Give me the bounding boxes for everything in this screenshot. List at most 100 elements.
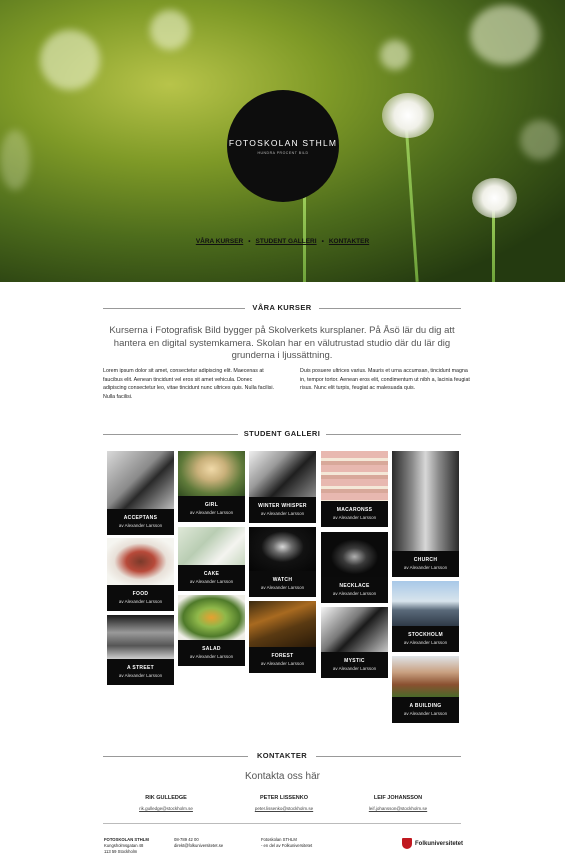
tile-author: av Alexander Larsson (332, 591, 377, 596)
gallery-tile[interactable]: GIRL av Alexander Larsson (178, 451, 245, 522)
footer-address: FOTOSKOLAN STHLM Kungsholmsgatan 48 113 … (104, 837, 149, 855)
tile-title: FOOD (132, 591, 149, 597)
gallery-tile[interactable]: ACCEPTANS av Alexander Larsson (107, 451, 174, 535)
gallery-tile[interactable]: MYSTIC av Alexander Larsson (321, 607, 388, 678)
nav-separator: • (248, 238, 251, 245)
gallery-tile[interactable]: A STREET av Alexander Larsson (107, 615, 174, 685)
nav-separator: • (321, 238, 324, 245)
tile-title: FOREST (271, 653, 294, 659)
courses-text-left: Lorem ipsum dolor sit amet, consectetur … (103, 368, 275, 400)
gallery-tile[interactable]: WINTER WHISPER av Alexander Larsson (249, 451, 316, 523)
courses-lead: Kurserna i Fotografisk Bild bygger på Sk… (109, 325, 455, 361)
dandelion-puff (472, 178, 517, 218)
tile-author: av Alexander Larsson (189, 579, 234, 584)
footer-about-line2: - en del av Folkuniversitetet (261, 843, 313, 848)
gallery-tile[interactable]: CHURCH av Alexander Larsson (392, 451, 459, 577)
contact-person: RIK GULLEDGE rik.gulledge@stockholm.se (106, 795, 226, 811)
photo-thumbnail (321, 532, 388, 577)
footer-about: Fotoskolan STHLM - en del av Folkunivers… (261, 837, 312, 849)
gallery-tile[interactable]: CAKE av Alexander Larsson (178, 527, 245, 591)
gallery-tile[interactable]: MACARONSS av Alexander Larsson (321, 451, 388, 527)
contact-name: LEIF JOHANSSON (373, 795, 423, 801)
footer-city: 113 59 Stockholm (104, 849, 138, 854)
tile-title: WINTER WHISPER (258, 503, 307, 509)
footer-email[interactable]: direkt@folkuniversitetet.se (174, 843, 223, 848)
photo-thumbnail (107, 538, 174, 585)
gallery-tile[interactable]: WATCH av Alexander Larsson (249, 527, 316, 597)
tile-title: STOCKHOLM (408, 632, 443, 638)
tile-title: A BUILDING (409, 703, 442, 709)
gallery-tile[interactable]: NECKLACE av Alexander Larsson (321, 532, 388, 603)
gallery-tile[interactable]: FOREST av Alexander Larsson (249, 601, 316, 673)
tile-title: WATCH (272, 577, 293, 583)
contact-email-link[interactable]: rik.gulledge@stockholm.se (106, 806, 226, 811)
tile-title: NECKLACE (339, 583, 370, 589)
logo[interactable]: FOTOSKOLAN STHLM HUNDRA PROCENT BILD (227, 90, 339, 202)
footer-contact-info: 08-789 42 00 direkt@folkuniversitetet.se (174, 837, 223, 849)
contact-subheading: Kontakta oss här (244, 771, 321, 782)
tile-title: MYSTIC (344, 658, 365, 664)
divider-line (326, 434, 461, 435)
footer-org-name: FOTOSKOLAN STHLM (104, 837, 149, 842)
footer-divider (103, 823, 461, 824)
gallery-heading: STUDENT GALLERI (103, 429, 461, 439)
bokeh-light (40, 30, 100, 90)
photo-thumbnail (178, 527, 245, 565)
nav-link-courses[interactable]: VÅRA KURSER (196, 238, 243, 245)
contact-name: RIK GULLEDGE (145, 795, 187, 801)
contact-person: LEIF JOHANSSON leif.johansson@stockholm.… (338, 795, 458, 811)
tile-title: CHURCH (413, 557, 438, 563)
folkuniversitetet-wordmark: Folkuniversitetet (415, 840, 464, 847)
gallery-tile[interactable]: A BUILDING av Alexander Larsson (392, 656, 459, 723)
logo-subtitle: HUNDRA PROCENT BILD (257, 150, 309, 155)
photo-thumbnail (178, 595, 245, 640)
folkuniversitetet-logo[interactable]: Folkuniversitetet (402, 838, 463, 849)
photo-thumbnail (107, 615, 174, 659)
tile-title: CAKE (203, 571, 220, 577)
tile-author: av Alexander Larsson (403, 711, 448, 716)
tile-author: av Alexander Larsson (403, 565, 448, 570)
contact-name: PETER LISSENKO (260, 795, 308, 801)
photo-thumbnail (249, 601, 316, 647)
photo-thumbnail (392, 656, 459, 697)
tile-author: av Alexander Larsson (332, 515, 377, 520)
hero-banner: FOTOSKOLAN STHLM HUNDRA PROCENT BILD VÅR… (0, 0, 565, 282)
tile-author: av Alexander Larsson (332, 666, 377, 671)
contact-email-link[interactable]: leif.johansson@stockholm.se (338, 806, 458, 811)
shield-icon (402, 838, 412, 849)
photo-thumbnail (321, 451, 388, 501)
photo-thumbnail (249, 527, 316, 571)
contact-heading: KONTAKTER (103, 751, 461, 761)
tile-author: av Alexander Larsson (260, 585, 305, 590)
tile-author: av Alexander Larsson (260, 661, 305, 666)
tile-author: av Alexander Larsson (260, 511, 305, 516)
tile-author: av Alexander Larsson (189, 510, 234, 515)
tile-author: av Alexander Larsson (118, 673, 163, 678)
photo-thumbnail (178, 451, 245, 496)
tile-title: SALAD (202, 646, 221, 652)
bokeh-light (380, 40, 410, 70)
tile-author: av Alexander Larsson (189, 654, 234, 659)
bokeh-light (150, 10, 190, 50)
tile-title: ACCEPTANS (123, 515, 158, 521)
gallery-tile[interactable]: SALAD av Alexander Larsson (178, 595, 245, 666)
bokeh-light (0, 130, 30, 190)
footer-about-line1: Fotoskolan STHLM (261, 837, 297, 842)
gallery-tile[interactable]: FOOD av Alexander Larsson (107, 538, 174, 611)
gallery-tile[interactable]: STOCKHOLM av Alexander Larsson (392, 581, 459, 652)
contact-email-link[interactable]: peter.lissenko@stockholm.se (224, 806, 344, 811)
courses-heading: VÅRA KURSER (103, 303, 461, 313)
courses-text-right: Duis posuere ultrices varius. Mauris et … (300, 368, 470, 392)
bokeh-light (520, 120, 560, 160)
nav-link-gallery[interactable]: STUDENT GALLERI (256, 238, 317, 245)
nav-link-contact[interactable]: KONTAKTER (329, 238, 369, 245)
tile-title: GIRL (204, 502, 219, 508)
dandelion-puff (382, 93, 434, 138)
tile-author: av Alexander Larsson (403, 640, 448, 645)
tile-title: MACARONSS (336, 507, 373, 513)
photo-thumbnail (321, 607, 388, 652)
main-nav: VÅRA KURSER • STUDENT GALLERI • KONTAKTER (0, 238, 565, 245)
logo-title: FOTOSKOLAN STHLM (228, 137, 338, 148)
photo-thumbnail (107, 451, 174, 509)
footer-phone[interactable]: 08-789 42 00 (174, 837, 199, 842)
